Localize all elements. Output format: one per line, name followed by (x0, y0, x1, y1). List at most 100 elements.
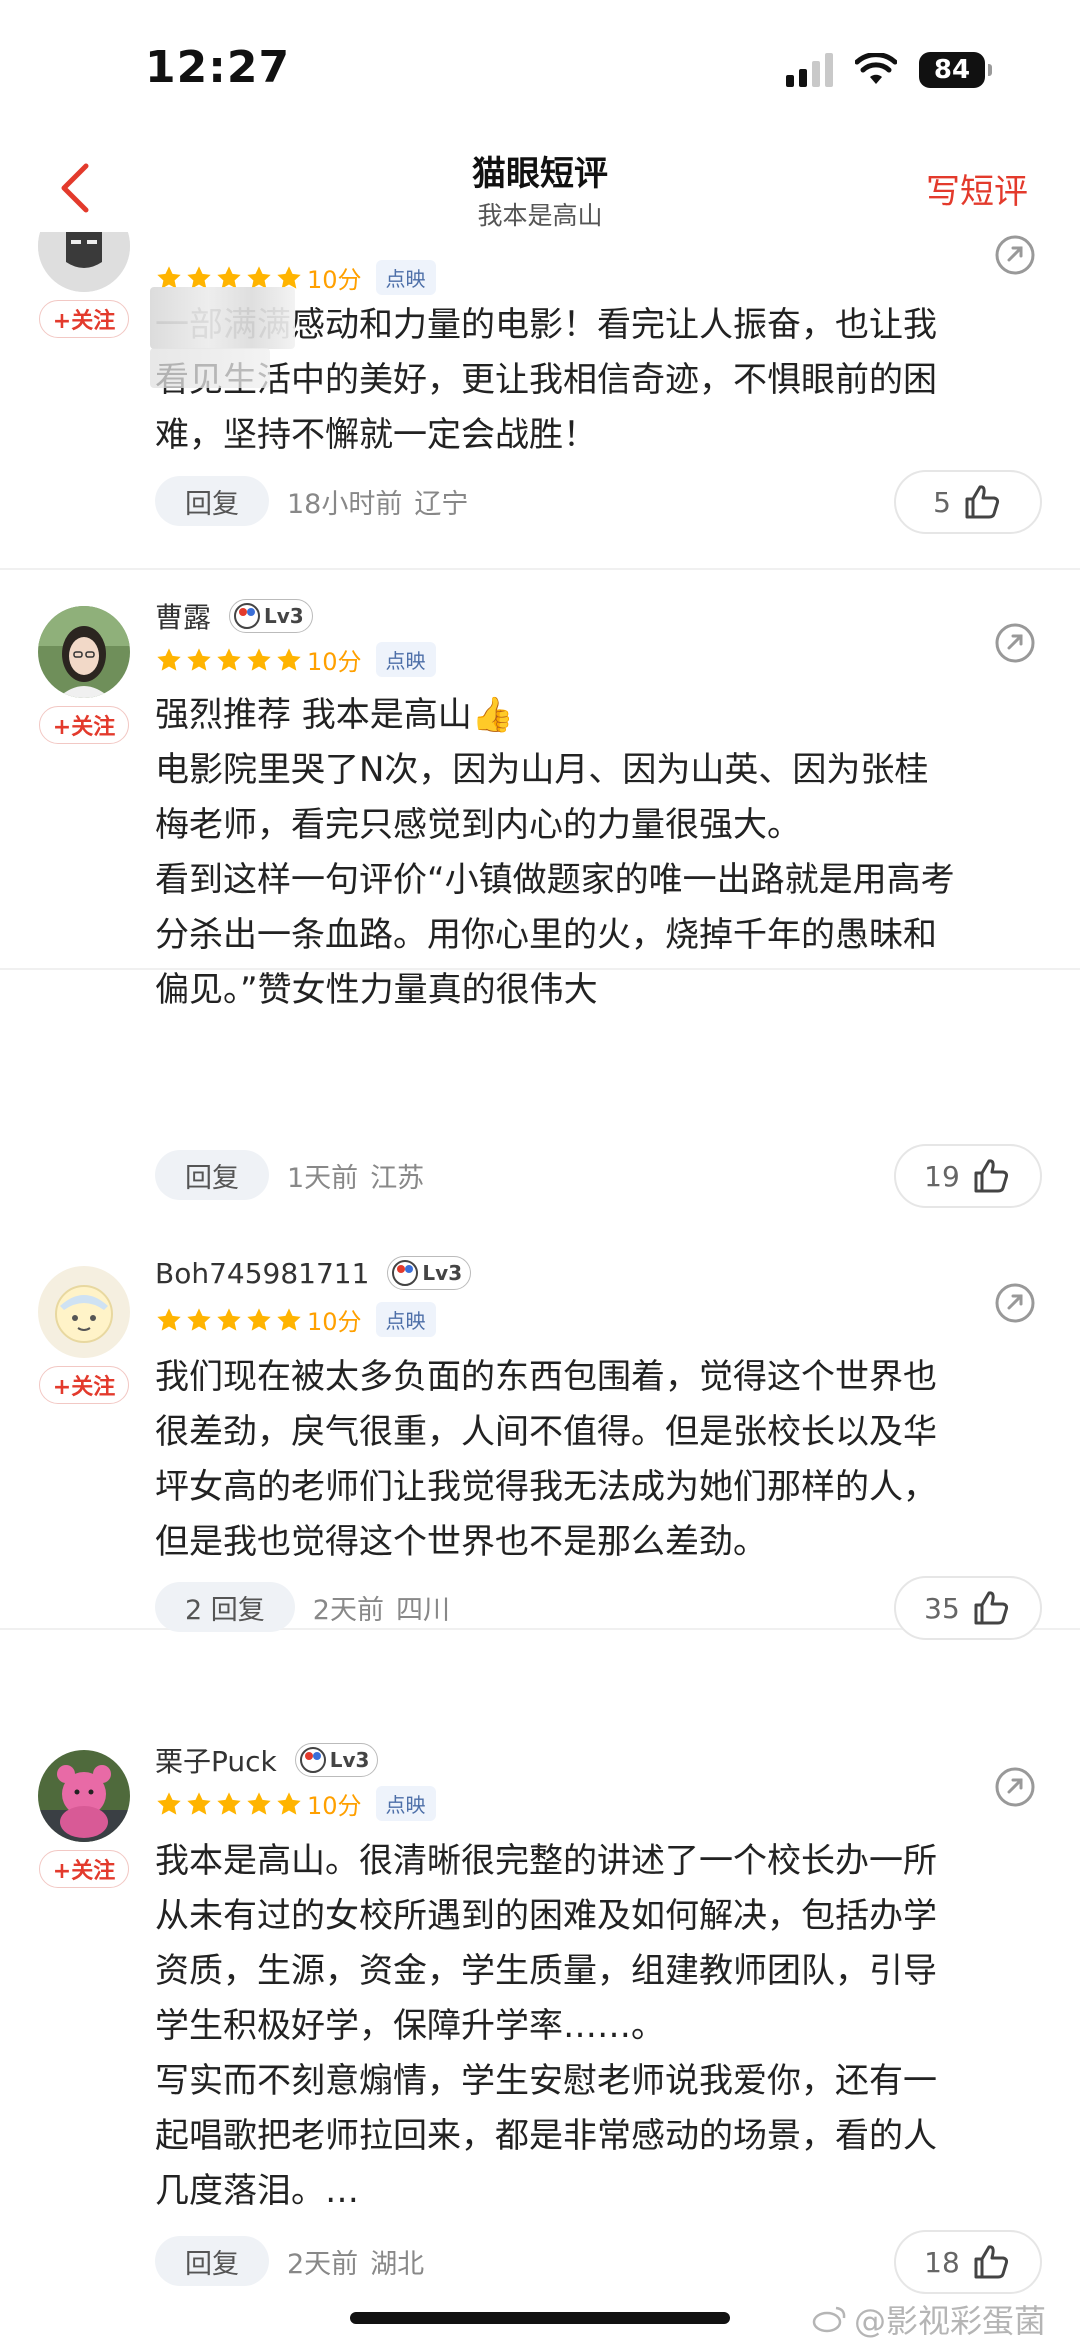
screening-tag: 点映 (375, 260, 436, 295)
review-item: +关注 Boh745981711 Lv3 10分 点映 我们现在被太多负面的东西… (0, 1230, 1080, 1640)
share-icon[interactable] (992, 1280, 1038, 1326)
screening-tag: 点映 (375, 1302, 436, 1337)
star-icon (157, 1791, 181, 1815)
star-icon (277, 647, 301, 671)
blurred-region (150, 287, 295, 349)
star-icon (247, 1791, 271, 1815)
home-indicator[interactable] (350, 2312, 730, 2324)
like-count: 35 (924, 1591, 960, 1625)
nav-bar: 猫眼短评 我本是高山 写短评 (0, 140, 1080, 240)
review-footer: 回复 18小时前 辽宁 (155, 476, 468, 526)
avatar[interactable] (38, 1266, 130, 1358)
review-item: +关注 曹露 Lv3 10分 点映 强烈推荐 我本是高山👍 电影院里哭了N次，因… (0, 570, 1080, 1208)
star-icon (247, 647, 271, 671)
reply-button[interactable]: 回复 (155, 476, 269, 526)
score: 10分 (307, 1792, 362, 1820)
review-time: 2天前 (312, 1594, 384, 1626)
star-icon (157, 647, 181, 671)
review-list: +关注 10分 点映 一部满满感动和力量的电影！看完让人振奋，也让我 看见生活中… (0, 232, 1080, 2341)
avatar-cartoon-image (38, 1266, 130, 1358)
star-icon (157, 1307, 181, 1331)
review-item: +关注 10分 点映 一部满满感动和力量的电影！看完让人振奋，也让我 看见生活中… (0, 232, 1080, 570)
username[interactable]: 曹露 (155, 596, 211, 636)
score: 10分 (307, 648, 362, 676)
like-button[interactable]: 18 (894, 2230, 1042, 2294)
like-count: 5 (933, 485, 951, 519)
level-badge: Lv3 (294, 1743, 379, 1777)
like-count: 19 (924, 1159, 960, 1193)
star-rating (155, 1790, 303, 1818)
review-location: 湖北 (370, 2248, 425, 2280)
avatar[interactable] (38, 232, 130, 292)
follow-button[interactable]: +关注 (39, 1366, 129, 1404)
weibo-icon (812, 2306, 846, 2333)
rating: 10分 点映 (155, 1302, 436, 1337)
star-icon (277, 1791, 301, 1815)
level-text: Lv3 (264, 604, 304, 628)
status-time: 12:27 (145, 42, 291, 93)
reply-button[interactable]: 2 回复 (155, 1582, 295, 1632)
write-review-button[interactable]: 写短评 (926, 164, 1028, 213)
score: 10分 (307, 1308, 362, 1336)
reply-button[interactable]: 回复 (155, 1150, 269, 1200)
star-icon (217, 647, 241, 671)
star-icon (277, 1307, 301, 1331)
username[interactable]: Boh745981711 (155, 1257, 369, 1290)
like-count: 18 (924, 2245, 960, 2279)
review-footer: 回复 2天前 湖北 (155, 2236, 424, 2286)
review-time: 18小时前 (287, 488, 403, 520)
avatar-pink-bear-image (38, 1750, 130, 1842)
blurred-region (150, 348, 270, 388)
star-icon (187, 1307, 211, 1331)
follow-button[interactable]: +关注 (39, 1850, 129, 1888)
level-badge: Lv3 (229, 599, 313, 633)
star-icon (187, 1791, 211, 1815)
status-icons: 84 (786, 52, 992, 88)
rating: 10分 点映 (155, 642, 436, 677)
battery-icon: 84 (919, 52, 992, 88)
review-content: 我们现在被太多负面的东西包围着，觉得这个世界也 很差劲，戾气很重，人间不值得。但… (155, 1357, 937, 1562)
reply-button[interactable]: 回复 (155, 2236, 269, 2286)
thumbs-up-icon (974, 2245, 1008, 2279)
like-button[interactable]: 5 (894, 470, 1042, 534)
share-icon[interactable] (992, 620, 1038, 666)
star-icon (217, 1791, 241, 1815)
follow-button[interactable]: +关注 (39, 300, 129, 338)
avatar[interactable] (38, 1750, 130, 1842)
star-icon (217, 1307, 241, 1331)
rating: 10分 点映 (155, 1786, 436, 1821)
user-info: 栗子Puck Lv3 (155, 1740, 379, 1780)
watermark-text: @影视彩蛋菌 (853, 2302, 1046, 2340)
level-text: Lv3 (329, 1748, 370, 1772)
wifi-icon (855, 53, 897, 84)
review-item: +关注 栗子Puck Lv3 10分 点映 我本是高山。很清晰很完整的讲述了一个… (0, 1714, 1080, 2341)
thumbs-up-icon (974, 1159, 1008, 1193)
review-footer: 2 回复 2天前 四川 (155, 1582, 450, 1632)
star-icon (187, 647, 211, 671)
thumbs-up-icon (974, 1591, 1008, 1625)
level-badge: Lv3 (387, 1256, 472, 1290)
review-content: 强烈推荐 我本是高山👍 电影院里哭了N次，因为山月、因为山英、因为张桂 梅老师，… (155, 695, 955, 1010)
level-icon (234, 603, 261, 629)
username[interactable]: 栗子Puck (155, 1740, 277, 1780)
page-title: 猫眼短评 (472, 154, 608, 194)
status-bar: 12:27 84 (0, 0, 1080, 140)
cellular-signal-icon (786, 53, 833, 87)
share-icon[interactable] (992, 232, 1038, 278)
avatar[interactable] (38, 606, 130, 698)
like-button[interactable]: 19 (894, 1144, 1042, 1208)
level-text: Lv3 (422, 1261, 463, 1285)
level-icon (299, 1747, 326, 1773)
user-info: Boh745981711 Lv3 (155, 1256, 472, 1290)
screening-tag: 点映 (375, 1786, 436, 1821)
battery-level: 84 (933, 55, 971, 85)
star-rating (155, 646, 303, 674)
review-content: 我本是高山。很清晰很完整的讲述了一个校长办一所 从未有过的女校所遇到的困难及如何… (155, 1841, 937, 2211)
follow-button[interactable]: +关注 (39, 706, 129, 744)
review-location: 江苏 (370, 1162, 425, 1194)
like-button[interactable]: 35 (894, 1576, 1042, 1640)
review-location: 四川 (395, 1594, 450, 1626)
watermark: @影视彩蛋菌 (812, 2296, 1046, 2341)
review-location: 辽宁 (414, 488, 469, 520)
share-icon[interactable] (992, 1764, 1038, 1810)
